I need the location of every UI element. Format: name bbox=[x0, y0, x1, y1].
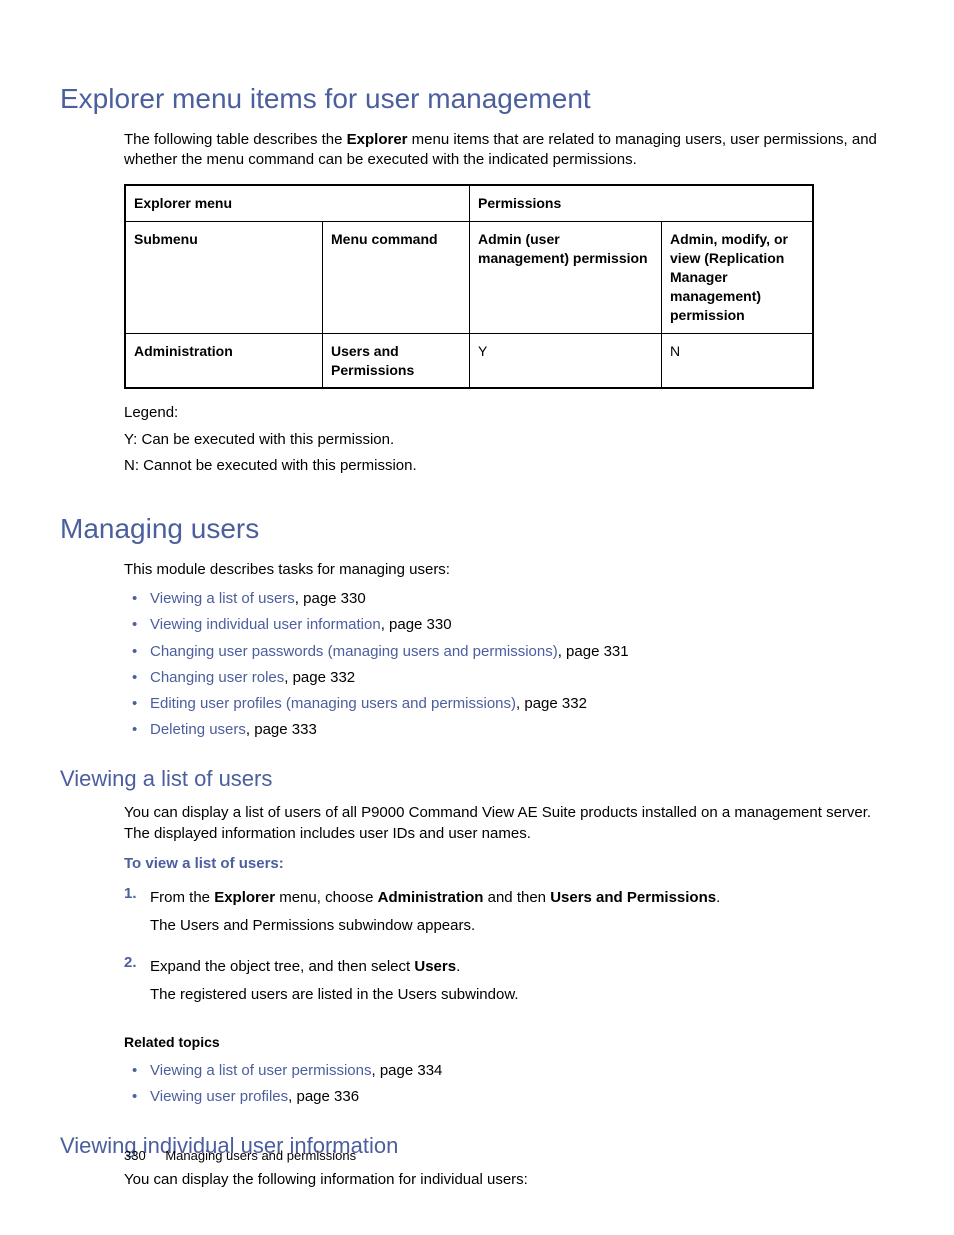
page-ref: , page 330 bbox=[295, 590, 366, 607]
related-topics-label: Related topics bbox=[124, 1033, 894, 1052]
managing-users-list: Viewing a list of users, page 330 Viewin… bbox=[124, 586, 894, 744]
list-item: Deleting users, page 333 bbox=[150, 717, 894, 743]
page-ref: , page 330 bbox=[381, 616, 452, 633]
list-item: Viewing a list of users, page 330 bbox=[150, 586, 894, 612]
link-viewing-list-users[interactable]: Viewing a list of users bbox=[150, 590, 295, 607]
th-menu-command: Menu command bbox=[323, 222, 470, 333]
heading-managing-users: Managing users bbox=[60, 510, 894, 548]
text-bold: Administration bbox=[378, 889, 484, 906]
section3-intro: You can display a list of users of all P… bbox=[124, 803, 894, 844]
text: Expand the object tree, and then select bbox=[150, 958, 414, 975]
td-n: N bbox=[662, 333, 814, 388]
related-topics-list: Viewing a list of user permissions, page… bbox=[124, 1058, 894, 1111]
step-2-line-2: The registered users are listed in the U… bbox=[150, 985, 894, 1005]
text-bold: Explorer bbox=[347, 131, 408, 148]
section2-intro: This module describes tasks for managing… bbox=[124, 560, 894, 580]
link-viewing-list-user-permissions[interactable]: Viewing a list of user permissions bbox=[150, 1062, 371, 1079]
link-changing-user-passwords[interactable]: Changing user passwords (managing users … bbox=[150, 643, 558, 660]
link-viewing-individual-user-info[interactable]: Viewing individual user information bbox=[150, 616, 381, 633]
td-users-permissions: Users and Permissions bbox=[323, 333, 470, 388]
heading-explorer-menu: Explorer menu items for user management bbox=[60, 80, 894, 118]
page-ref: , page 336 bbox=[288, 1088, 359, 1105]
page-ref: , page 332 bbox=[284, 669, 355, 686]
section3-body: You can display a list of users of all P… bbox=[124, 803, 894, 1110]
document-page: Explorer menu items for user management … bbox=[0, 0, 954, 1235]
text: menu, choose bbox=[275, 889, 378, 906]
legend-label: Legend: bbox=[124, 403, 894, 423]
th-admin-modify-view: Admin, modify, or view (Replication Mana… bbox=[662, 222, 814, 333]
page-ref: , page 334 bbox=[371, 1062, 442, 1079]
step-1-line-2: The Users and Permissions subwindow appe… bbox=[150, 916, 894, 936]
step-1: 1. From the Explorer menu, choose Admini… bbox=[150, 880, 894, 949]
th-submenu: Submenu bbox=[125, 222, 323, 333]
text: The following table describes the bbox=[124, 131, 347, 148]
list-item: Changing user passwords (managing users … bbox=[150, 639, 894, 665]
step-number: 1. bbox=[124, 884, 137, 904]
steps-list: 1. From the Explorer menu, choose Admini… bbox=[124, 880, 894, 1017]
page-footer: 330 Managing users and permissions bbox=[124, 1147, 356, 1165]
text: and then bbox=[483, 889, 550, 906]
legend-y: Y: Can be executed with this permission. bbox=[124, 430, 894, 450]
section4-body: You can display the following informatio… bbox=[124, 1170, 894, 1190]
link-changing-user-roles[interactable]: Changing user roles bbox=[150, 669, 284, 686]
steps-title: To view a list of users: bbox=[124, 854, 894, 874]
section2-body: This module describes tasks for managing… bbox=[124, 560, 894, 744]
text-bold: Users and Permissions bbox=[550, 889, 716, 906]
list-item: Viewing individual user information, pag… bbox=[150, 612, 894, 638]
list-item: Editing user profiles (managing users an… bbox=[150, 691, 894, 717]
link-deleting-users[interactable]: Deleting users bbox=[150, 721, 246, 738]
step-number: 2. bbox=[124, 953, 137, 973]
footer-title: Managing users and permissions bbox=[165, 1148, 356, 1163]
th-explorer-menu: Explorer menu bbox=[125, 185, 470, 221]
page-ref: , page 331 bbox=[558, 643, 629, 660]
text: From the bbox=[150, 889, 214, 906]
th-admin-user-mgmt: Admin (user management) permission bbox=[470, 222, 662, 333]
list-item: Changing user roles, page 332 bbox=[150, 665, 894, 691]
th-permissions: Permissions bbox=[470, 185, 814, 221]
step-1-line-1: From the Explorer menu, choose Administr… bbox=[150, 888, 894, 908]
td-y: Y bbox=[470, 333, 662, 388]
step-2-line-1: Expand the object tree, and then select … bbox=[150, 957, 894, 977]
page-ref: , page 332 bbox=[516, 695, 587, 712]
step-2: 2. Expand the object tree, and then sele… bbox=[150, 949, 894, 1018]
list-item: Viewing user profiles, page 336 bbox=[150, 1084, 894, 1110]
legend-n: N: Cannot be executed with this permissi… bbox=[124, 456, 894, 476]
section1-body: The following table describes the Explor… bbox=[124, 130, 894, 476]
page-number: 330 bbox=[124, 1148, 146, 1163]
td-administration: Administration bbox=[125, 333, 323, 388]
text-bold: Explorer bbox=[214, 889, 275, 906]
section1-intro: The following table describes the Explor… bbox=[124, 130, 894, 171]
explorer-permissions-table: Explorer menu Permissions Submenu Menu c… bbox=[124, 184, 814, 389]
link-viewing-user-profiles[interactable]: Viewing user profiles bbox=[150, 1088, 288, 1105]
page-ref: , page 333 bbox=[246, 721, 317, 738]
text: . bbox=[456, 958, 460, 975]
section4-intro: You can display the following informatio… bbox=[124, 1170, 894, 1190]
text-bold: Users bbox=[414, 958, 456, 975]
text: . bbox=[716, 889, 720, 906]
link-editing-user-profiles[interactable]: Editing user profiles (managing users an… bbox=[150, 695, 516, 712]
list-item: Viewing a list of user permissions, page… bbox=[150, 1058, 894, 1084]
heading-viewing-list-users: Viewing a list of users bbox=[60, 764, 894, 794]
